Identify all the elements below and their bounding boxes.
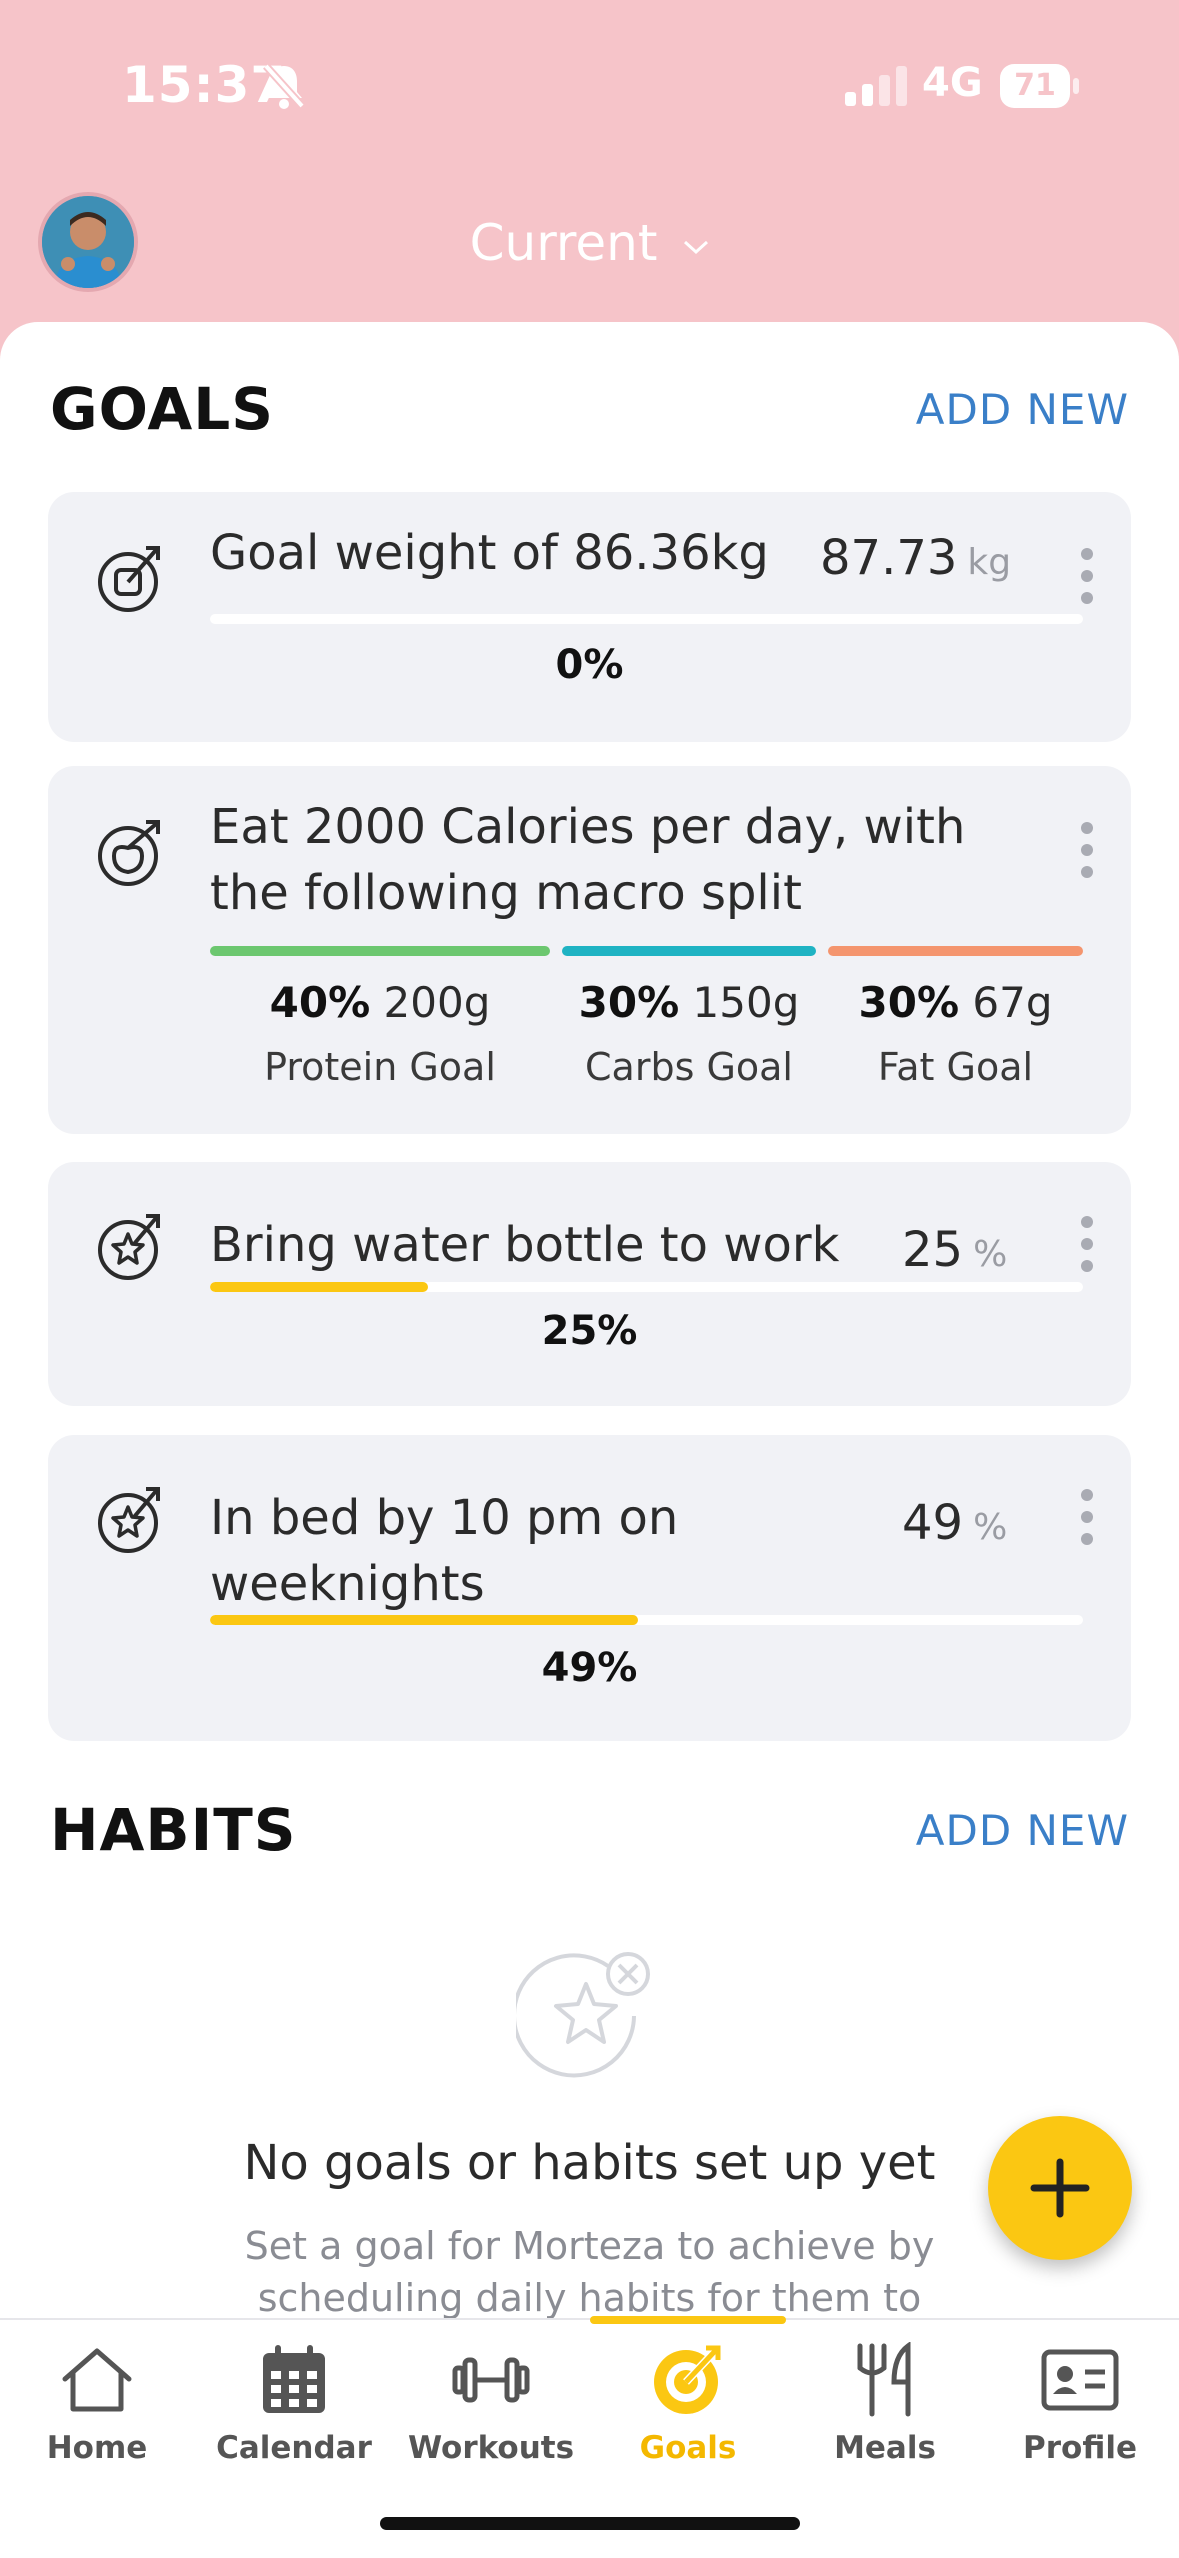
goal-value-unit: %: [973, 1234, 1008, 1275]
macro-protein: 40% 200g Protein Goal: [210, 978, 550, 1089]
goal-title: Eat 2000 Calories per day, with the foll…: [210, 799, 966, 921]
goal-card-bedtime[interactable]: In bed by 10 pm on weeknights 49% 49%: [48, 1435, 1131, 1741]
battery-nub: [1073, 78, 1079, 94]
id-card-icon: [1041, 2349, 1119, 2411]
macro-fat: 30% 67g Fat Goal: [828, 978, 1083, 1089]
add-habit-button[interactable]: ADD NEW: [916, 1806, 1129, 1855]
goal-progress-label: 0%: [555, 642, 624, 688]
goal-title: Goal weight of 86.36kg: [210, 525, 769, 581]
add-fab-button[interactable]: [988, 2116, 1132, 2260]
goal-progress-fill: [210, 1615, 638, 1625]
tab-label: Profile: [1023, 2430, 1137, 2466]
goal-card-macros[interactable]: Eat 2000 Calories per day, with the foll…: [48, 766, 1131, 1134]
active-tab-indicator: [590, 2316, 786, 2324]
macro-grams: 200g: [383, 978, 491, 1027]
more-options-icon[interactable]: [1081, 1489, 1093, 1555]
macro-grams: 67g: [972, 978, 1053, 1027]
goal-progress-fill: [210, 1282, 429, 1292]
tab-workouts[interactable]: Workouts: [396, 2340, 586, 2466]
more-options-icon[interactable]: [1081, 1216, 1093, 1282]
goal-title: In bed by 10 pm on weeknights: [210, 1490, 679, 1612]
network-type: 4G: [922, 60, 983, 106]
fork-knife-icon: [857, 2342, 911, 2417]
goal-card-water[interactable]: Bring water bottle to work 25% 25%: [48, 1162, 1131, 1406]
home-indicator: [380, 2517, 800, 2530]
tab-home[interactable]: Home: [2, 2340, 192, 2466]
status-bar: 15:37 4G 71: [0, 0, 1179, 170]
goal-progress-label: 25%: [541, 1308, 638, 1354]
macro-grams: 150g: [692, 978, 800, 1027]
goal-progress-bar: [210, 1615, 1083, 1625]
goal-value-unit: %: [973, 1507, 1008, 1548]
goal-weight-icon: [98, 546, 160, 612]
goal-progress-bar: [210, 614, 1083, 624]
more-options-icon[interactable]: [1081, 822, 1093, 888]
habits-heading: HABITS: [50, 1796, 297, 1864]
bell-muted-icon: [263, 63, 305, 109]
battery-icon: 71: [1000, 64, 1070, 108]
tab-label: Calendar: [216, 2430, 372, 2466]
target-icon: [654, 2345, 721, 2414]
tab-label: Goals: [639, 2430, 737, 2466]
carbs-bar: [562, 946, 816, 956]
goal-card-weight[interactable]: Goal weight of 86.36kg 87.73 kg 0%: [48, 492, 1131, 742]
protein-bar: [210, 946, 550, 956]
macro-carbs: 30% 150g Carbs Goal: [562, 978, 816, 1089]
empty-star-icon: [516, 1952, 650, 2078]
tab-label: Meals: [834, 2430, 936, 2466]
goal-current-value: 25%: [902, 1222, 1007, 1278]
fat-bar: [828, 946, 1083, 956]
macro-name: Protein Goal: [264, 1045, 496, 1089]
tab-profile[interactable]: Profile: [985, 2340, 1175, 2466]
client-selector[interactable]: Current: [0, 214, 1179, 272]
empty-state-description: Set a goal for Morteza to achieve by sch…: [244, 2224, 935, 2320]
cellular-signal-icon: [845, 66, 907, 106]
macro-percent: 30%: [858, 978, 960, 1027]
dumbbell-icon: [452, 2357, 530, 2403]
plus-icon: [1030, 2158, 1090, 2218]
macro-name: Carbs Goal: [585, 1045, 793, 1089]
goal-current-value: 49%: [902, 1495, 1007, 1551]
home-icon: [62, 2348, 132, 2412]
tab-label: Workouts: [407, 2430, 575, 2466]
goal-star-icon: [98, 1487, 160, 1553]
goal-value-number: 87.73: [820, 530, 958, 586]
goal-nutrition-icon: [98, 820, 160, 886]
add-goal-button[interactable]: ADD NEW: [916, 385, 1129, 434]
goal-value-unit: kg: [967, 542, 1012, 583]
goal-progress-label: 49%: [541, 1645, 638, 1691]
battery-percent: 71: [1014, 68, 1056, 103]
goal-value-number: 25: [902, 1222, 964, 1278]
goal-current-value: 87.73 kg: [820, 530, 1011, 586]
header-title: Current: [469, 214, 658, 272]
chevron-down-icon: [684, 240, 709, 254]
macro-percent: 40%: [269, 978, 371, 1027]
macro-percent: 30%: [578, 978, 680, 1027]
macro-name: Fat Goal: [877, 1045, 1034, 1089]
tab-goals[interactable]: Goals: [593, 2340, 783, 2466]
more-options-icon[interactable]: [1081, 548, 1093, 614]
goal-value-number: 49: [902, 1495, 964, 1551]
calendar-icon: [263, 2345, 325, 2413]
goals-heading: GOALS: [50, 375, 274, 443]
goal-title: Bring water bottle to work: [210, 1217, 840, 1273]
tab-meals[interactable]: Meals: [790, 2340, 980, 2466]
goal-star-icon: [98, 1214, 160, 1280]
tab-calendar[interactable]: Calendar: [199, 2340, 389, 2466]
goal-progress-bar: [210, 1282, 1083, 1292]
tab-label: Home: [46, 2430, 148, 2466]
